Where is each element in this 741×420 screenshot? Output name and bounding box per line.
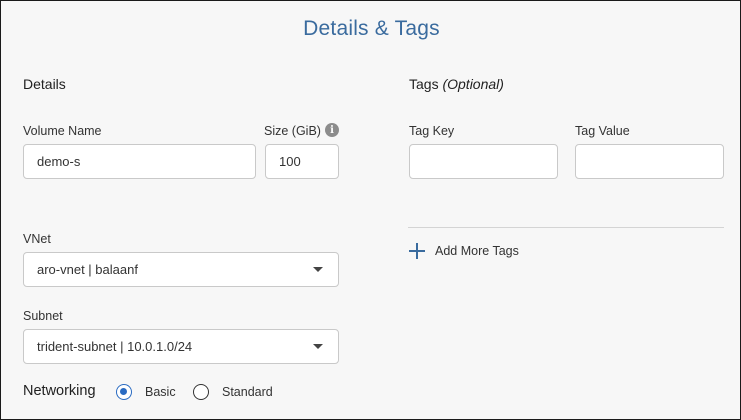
add-more-tags-label: Add More Tags bbox=[435, 244, 519, 258]
page-title: Details & Tags bbox=[303, 17, 440, 40]
tags-optional-text: (Optional) bbox=[442, 76, 504, 92]
subnet-label: Subnet bbox=[23, 309, 63, 323]
standard-option-label: Standard bbox=[222, 385, 273, 399]
size-label: Size (GiB) bbox=[264, 124, 321, 138]
size-input[interactable] bbox=[265, 144, 339, 179]
volume-name-label: Volume Name bbox=[23, 124, 102, 138]
tag-key-label: Tag Key bbox=[409, 124, 455, 138]
tag-value-input[interactable] bbox=[575, 144, 724, 179]
tags-heading: Tags (Optional) bbox=[409, 76, 504, 92]
basic-option-label: Basic bbox=[145, 385, 176, 399]
subnet-value: trident-subnet | 10.0.1.0/24 bbox=[37, 339, 193, 354]
chevron-down-icon bbox=[313, 344, 323, 349]
tags-heading-text: Tags bbox=[409, 76, 439, 92]
networking-standard-radio[interactable]: Standard bbox=[193, 384, 273, 400]
networking-basic-radio[interactable]: Basic bbox=[116, 384, 176, 400]
plus-icon bbox=[409, 243, 425, 259]
radio-selected-icon[interactable] bbox=[116, 384, 132, 400]
subnet-select[interactable]: trident-subnet | 10.0.1.0/24 bbox=[23, 329, 339, 364]
tags-divider bbox=[408, 227, 724, 228]
add-more-tags-button[interactable]: Add More Tags bbox=[409, 243, 519, 259]
chevron-down-icon bbox=[313, 267, 323, 272]
vnet-value: aro-vnet | balaanf bbox=[37, 262, 138, 277]
details-heading: Details bbox=[23, 76, 66, 92]
tag-value-label: Tag Value bbox=[575, 124, 630, 138]
tag-key-input[interactable] bbox=[409, 144, 558, 179]
info-icon[interactable]: i bbox=[325, 123, 339, 137]
vnet-select[interactable]: aro-vnet | balaanf bbox=[23, 252, 339, 287]
vnet-label: VNet bbox=[23, 232, 51, 246]
details-tags-panel: Details & Tags Details Volume Name Size … bbox=[0, 0, 741, 420]
radio-unselected-icon[interactable] bbox=[193, 384, 209, 400]
networking-label: Networking bbox=[23, 383, 96, 399]
volume-name-input[interactable] bbox=[23, 144, 256, 179]
